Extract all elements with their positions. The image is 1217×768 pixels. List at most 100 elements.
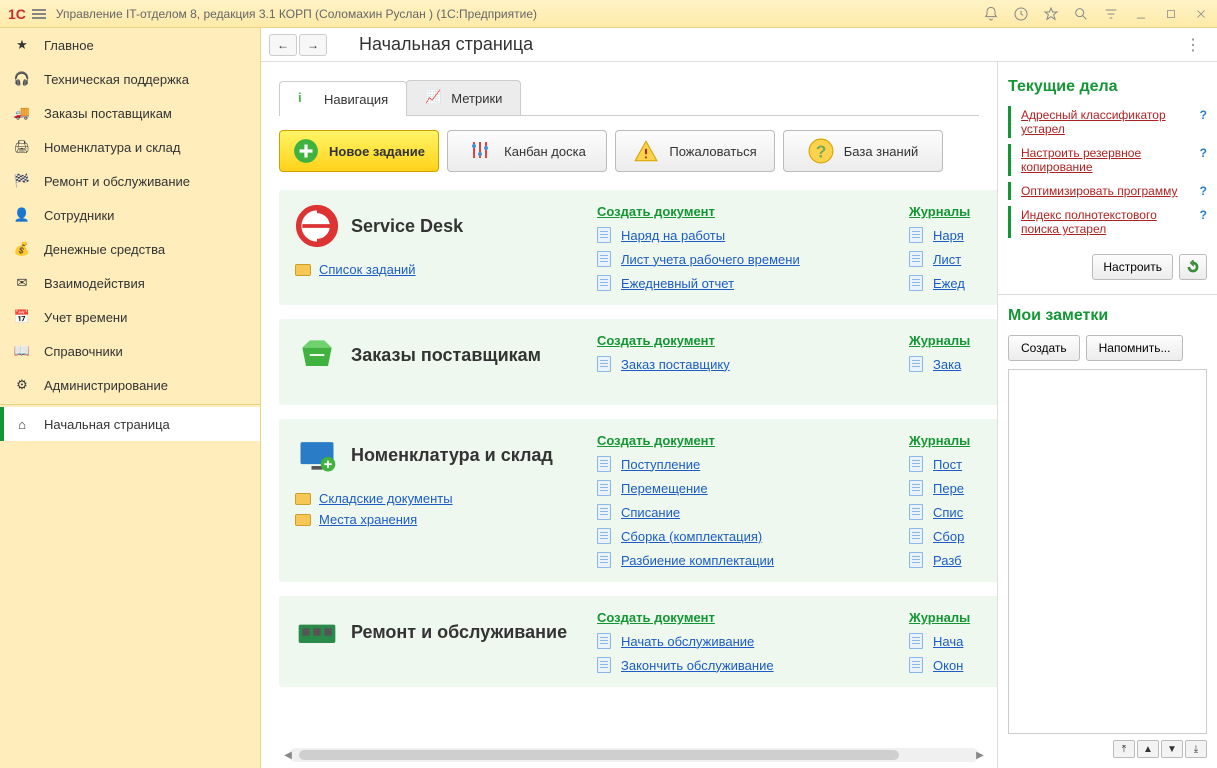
sidebar-item-main[interactable]: ★Главное bbox=[0, 28, 260, 62]
scroll-right-icon[interactable]: ▶ bbox=[973, 748, 987, 762]
section-sublink[interactable]: Список заданий bbox=[319, 262, 416, 277]
help-icon[interactable]: ? bbox=[1200, 146, 1207, 160]
flag-icon: 🏁 bbox=[12, 171, 32, 191]
list-down-icon[interactable]: ▼ bbox=[1161, 740, 1183, 758]
create-document-link[interactable]: Перемещение bbox=[621, 481, 708, 496]
remind-button[interactable]: Напомнить... bbox=[1086, 335, 1184, 361]
todo-link[interactable]: Индекс полнотекстового поиска устарел bbox=[1021, 208, 1194, 236]
refresh-button[interactable] bbox=[1179, 254, 1207, 280]
filter-icon[interactable] bbox=[1103, 6, 1119, 22]
sidebar-item-repair[interactable]: 🏁Ремонт и обслуживание bbox=[0, 164, 260, 198]
sidebar-item-interactions[interactable]: ✉Взаимодействия bbox=[0, 266, 260, 300]
gear-icon: ⚙ bbox=[12, 375, 32, 395]
star-icon[interactable] bbox=[1043, 6, 1059, 22]
kanban-button[interactable]: Канбан доска bbox=[447, 130, 607, 172]
history-icon[interactable] bbox=[1013, 6, 1029, 22]
create-note-button[interactable]: Создать bbox=[1008, 335, 1080, 361]
create-document-header[interactable]: Создать документ bbox=[597, 433, 897, 448]
scrollbar-thumb[interactable] bbox=[299, 750, 899, 760]
todo-link[interactable]: Адресный классификатор устарел bbox=[1021, 108, 1194, 136]
journals-header[interactable]: Журналы bbox=[909, 333, 997, 348]
create-document-link[interactable]: Лист учета рабочего времени bbox=[621, 252, 800, 267]
help-icon[interactable]: ? bbox=[1200, 184, 1207, 198]
journals-header[interactable]: Журналы bbox=[909, 610, 997, 625]
create-document-link[interactable]: Ежедневный отчет bbox=[621, 276, 734, 291]
todo-link[interactable]: Настроить резервное копирование bbox=[1021, 146, 1194, 174]
tab-metrics[interactable]: 📈 Метрики bbox=[406, 80, 521, 115]
sidebar-item-employees[interactable]: 👤Сотрудники bbox=[0, 198, 260, 232]
journal-link[interactable]: Разб bbox=[933, 553, 962, 568]
create-document-link[interactable]: Разбиение комплектации bbox=[621, 553, 774, 568]
journal-link[interactable]: Пере bbox=[933, 481, 964, 496]
create-document-header[interactable]: Создать документ bbox=[597, 610, 897, 625]
create-document-link[interactable]: Наряд на работы bbox=[621, 228, 725, 243]
create-document-link[interactable]: Списание bbox=[621, 505, 680, 520]
tab-navigation[interactable]: i Навигация bbox=[279, 81, 407, 116]
list-bottom-icon[interactable]: ⤓ bbox=[1185, 740, 1207, 758]
help-icon[interactable]: ? bbox=[1200, 208, 1207, 222]
page-menu-icon[interactable]: ⋮ bbox=[1177, 35, 1209, 55]
create-document-link[interactable]: Сборка (комплектация) bbox=[621, 529, 762, 544]
document-icon bbox=[597, 227, 611, 243]
sliders-icon bbox=[468, 138, 494, 164]
journal-link[interactable]: Пост bbox=[933, 457, 962, 472]
nav-back-button[interactable]: ← bbox=[269, 34, 297, 56]
journals-header[interactable]: Журналы bbox=[909, 204, 997, 219]
minimize-icon[interactable] bbox=[1133, 6, 1149, 22]
sidebar-item-catalogs[interactable]: 📖Справочники bbox=[0, 334, 260, 368]
logo-1c: 1C bbox=[8, 6, 26, 22]
create-document-header[interactable]: Создать документ bbox=[597, 204, 897, 219]
scroll-left-icon[interactable]: ◀ bbox=[281, 748, 295, 762]
sidebar-item-admin[interactable]: ⚙Администрирование bbox=[0, 368, 260, 402]
journal-link[interactable]: Спис bbox=[933, 505, 963, 520]
sidebar-item-money[interactable]: 💰Денежные средства bbox=[0, 232, 260, 266]
todo-item: Индекс полнотекстового поиска устарел? bbox=[1008, 206, 1207, 238]
sidebar-item-home[interactable]: ⌂Начальная страница bbox=[0, 407, 260, 441]
complain-button[interactable]: Пожаловаться bbox=[615, 130, 775, 172]
knowledge-base-button[interactable]: ? База знаний bbox=[783, 130, 943, 172]
horizontal-scrollbar[interactable]: ◀ ▶ bbox=[289, 748, 979, 762]
notes-textarea[interactable] bbox=[1008, 369, 1207, 734]
journal-link[interactable]: Ежед bbox=[933, 276, 965, 291]
journal-link[interactable]: Наря bbox=[933, 228, 964, 243]
sidebar-item-support[interactable]: 🎧Техническая поддержка bbox=[0, 62, 260, 96]
create-document-link[interactable]: Поступление bbox=[621, 457, 700, 472]
journals-header[interactable]: Журналы bbox=[909, 433, 997, 448]
svg-text:?: ? bbox=[815, 142, 826, 162]
document-icon bbox=[909, 356, 923, 372]
create-document-header[interactable]: Создать документ bbox=[597, 333, 897, 348]
home-icon: ⌂ bbox=[12, 414, 32, 434]
close-icon[interactable] bbox=[1193, 6, 1209, 22]
document-icon bbox=[597, 356, 611, 372]
journal-link[interactable]: Нача bbox=[933, 634, 963, 649]
section-title: Номенклатура и склад bbox=[351, 445, 553, 466]
journal-link[interactable]: Окон bbox=[933, 658, 963, 673]
search-icon[interactable] bbox=[1073, 6, 1089, 22]
nav-forward-button[interactable]: → bbox=[299, 34, 327, 56]
section-sublink[interactable]: Складские документы bbox=[319, 491, 453, 506]
list-top-icon[interactable]: ⤒ bbox=[1113, 740, 1135, 758]
section-card: Номенклатура и склад Складские документы М… bbox=[279, 419, 997, 582]
create-document-link[interactable]: Заказ поставщику bbox=[621, 357, 730, 372]
configure-button[interactable]: Настроить bbox=[1092, 254, 1173, 280]
sidebar-item-orders[interactable]: 🚚Заказы поставщикам bbox=[0, 96, 260, 130]
document-icon bbox=[597, 504, 611, 520]
list-up-icon[interactable]: ▲ bbox=[1137, 740, 1159, 758]
journal-link[interactable]: Лист bbox=[933, 252, 961, 267]
create-document-link[interactable]: Закончить обслуживание bbox=[621, 658, 774, 673]
maximize-icon[interactable] bbox=[1163, 6, 1179, 22]
section-sublink[interactable]: Места хранения bbox=[319, 512, 417, 527]
new-task-button[interactable]: Новое задание bbox=[279, 130, 439, 172]
create-document-link[interactable]: Начать обслуживание bbox=[621, 634, 754, 649]
document-icon bbox=[597, 275, 611, 291]
todo-link[interactable]: Оптимизировать программу bbox=[1021, 184, 1194, 198]
journal-link[interactable]: Сбор bbox=[933, 529, 964, 544]
sidebar-item-time[interactable]: 📅Учет времени bbox=[0, 300, 260, 334]
journal-link[interactable]: Зака bbox=[933, 357, 961, 372]
sidebar-item-stock[interactable]: 🖨Номенклатура и склад bbox=[0, 130, 260, 164]
todo-item: Настроить резервное копирование? bbox=[1008, 144, 1207, 176]
bell-icon[interactable] bbox=[983, 6, 999, 22]
truck-icon: 🚚 bbox=[12, 103, 32, 123]
hamburger-icon[interactable] bbox=[32, 7, 46, 21]
help-icon[interactable]: ? bbox=[1200, 108, 1207, 122]
